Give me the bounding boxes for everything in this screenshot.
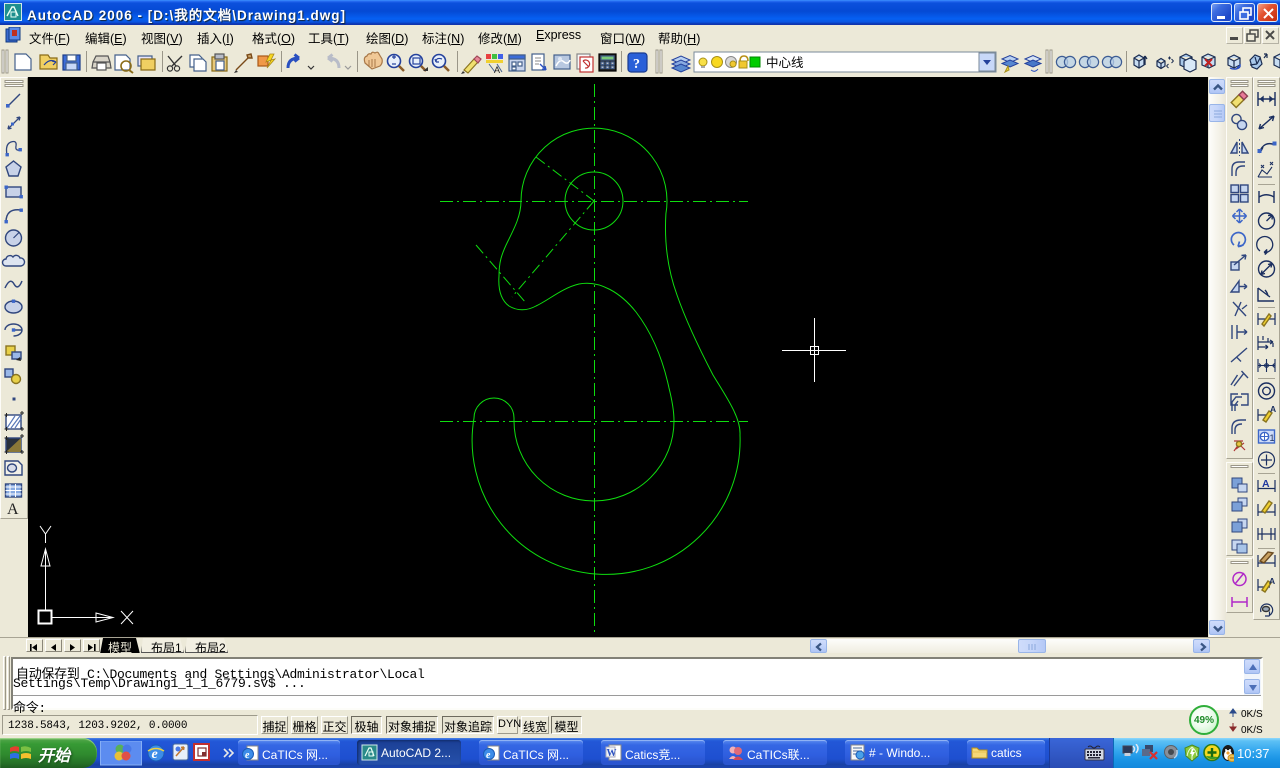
svg-text:?: ? <box>633 57 640 72</box>
svg-text:W: W <box>607 748 617 759</box>
svg-text:1: 1 <box>1270 433 1275 443</box>
svg-text:A: A <box>1262 478 1270 490</box>
svg-text:A: A <box>7 501 19 518</box>
svg-text:A: A <box>494 65 500 75</box>
svg-text:中心线: 中心线 <box>766 55 804 70</box>
svg-text:e: e <box>486 750 491 761</box>
svg-text:A: A <box>1269 576 1275 586</box>
svg-text:A: A <box>1270 404 1276 414</box>
svg-text:0K/S: 0K/S <box>1241 725 1263 736</box>
svg-text:0K/S: 0K/S <box>1241 709 1263 720</box>
svg-text:e: e <box>245 750 250 761</box>
